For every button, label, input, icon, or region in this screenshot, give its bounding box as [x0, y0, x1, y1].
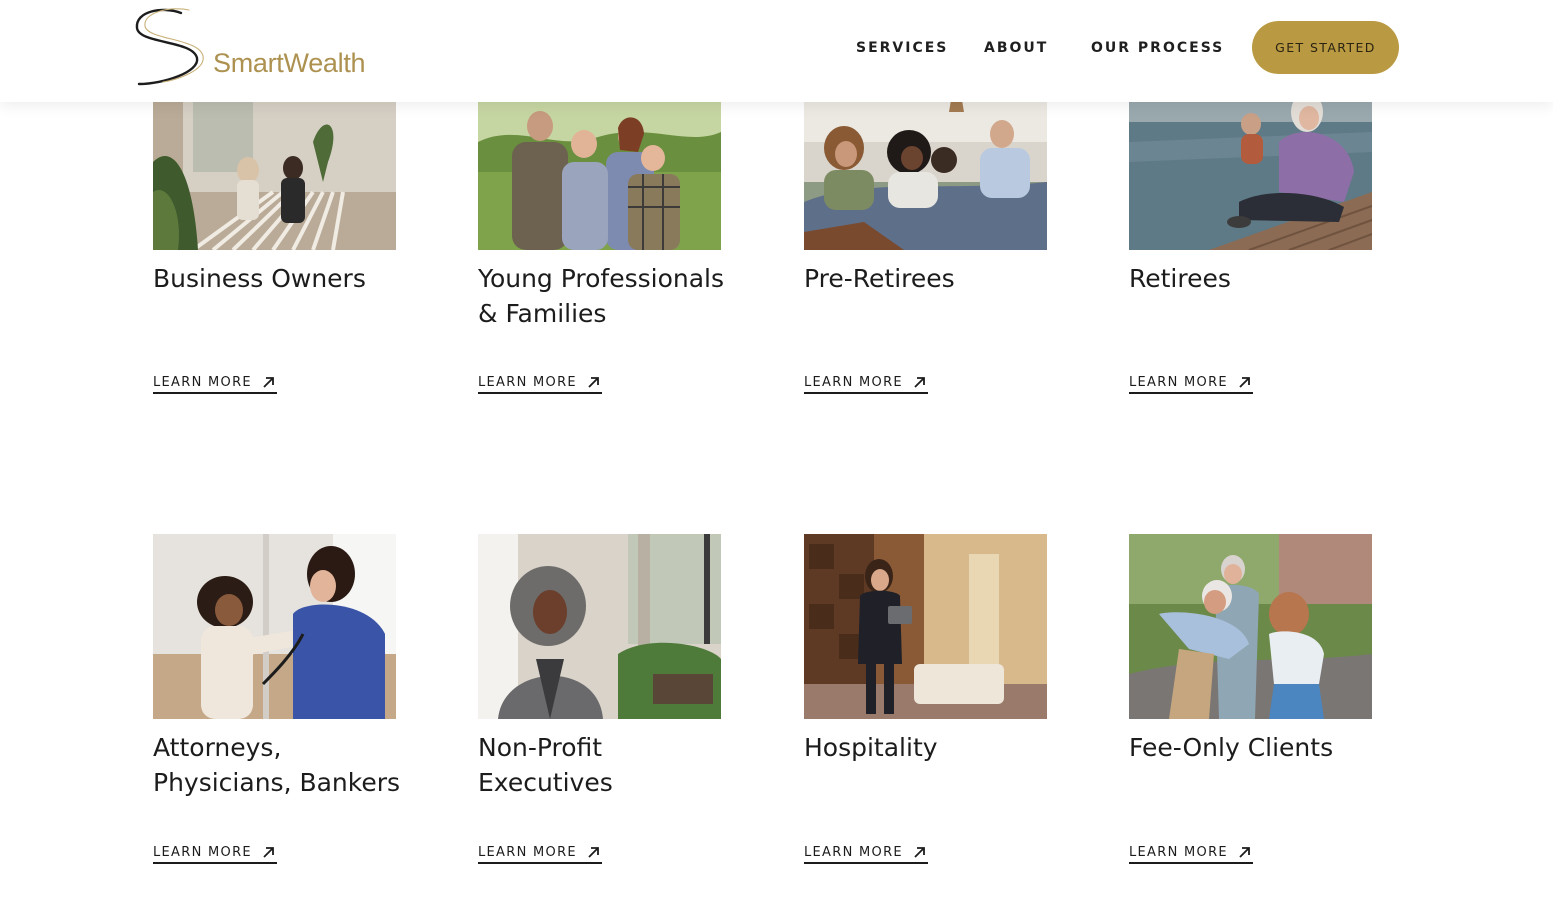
learn-more-link[interactable]: LEARN MORE [804, 374, 928, 394]
card-title: Retirees [1129, 264, 1231, 293]
arrow-up-right-icon [914, 847, 925, 858]
arrow-up-right-icon [1239, 847, 1250, 858]
grandparents-photo[interactable] [1129, 534, 1372, 719]
arrow-up-right-icon [263, 847, 274, 858]
business-owners-photo[interactable] [153, 82, 396, 250]
learn-more-label: LEARN MORE [478, 845, 577, 860]
learn-more-link[interactable]: LEARN MORE [804, 844, 928, 864]
card-title: Young Professionals & Families [478, 264, 725, 328]
learn-more-link[interactable]: LEARN MORE [478, 374, 602, 394]
learn-more-label: LEARN MORE [804, 375, 903, 390]
family-photo[interactable] [478, 82, 721, 250]
card-title: Fee-Only Clients [1129, 733, 1334, 762]
nav-services[interactable]: SERVICES [856, 40, 948, 56]
learn-more-label: LEARN MORE [478, 375, 577, 390]
learn-more-link[interactable]: LEARN MORE [478, 844, 602, 864]
arrow-up-right-icon [914, 377, 925, 388]
arrow-up-right-icon [263, 377, 274, 388]
learn-more-label: LEARN MORE [804, 845, 903, 860]
learn-more-label: LEARN MORE [153, 375, 252, 390]
learn-more-label: LEARN MORE [153, 845, 252, 860]
arrow-up-right-icon [588, 377, 599, 388]
get-started-button[interactable]: GET STARTED [1252, 21, 1399, 74]
arrow-up-right-icon [588, 847, 599, 858]
learn-more-link[interactable]: LEARN MORE [153, 374, 277, 394]
brand-name: SmartWealth [213, 48, 366, 78]
card-title: Non-Profit Executives [478, 733, 613, 797]
nav-about[interactable]: ABOUT [984, 40, 1048, 56]
nav-our-process[interactable]: OUR PROCESS [1091, 40, 1224, 56]
card-title: Business Owners [153, 264, 366, 293]
hospitality-photo[interactable] [804, 534, 1047, 719]
card-title: Hospitality [804, 733, 938, 762]
learn-more-label: LEARN MORE [1129, 375, 1228, 390]
card-title: Pre-Retirees [804, 264, 955, 293]
site-header: SmartWealth SERVICES ABOUT OUR PROCESS G… [0, 0, 1553, 102]
learn-more-link[interactable]: LEARN MORE [1129, 374, 1253, 394]
learn-more-link[interactable]: LEARN MORE [1129, 844, 1253, 864]
arrow-up-right-icon [1239, 377, 1250, 388]
physician-photo[interactable] [153, 534, 396, 719]
executive-photo[interactable] [478, 534, 721, 719]
retirees-photo[interactable] [1129, 82, 1372, 250]
brand-logo[interactable]: SmartWealth [133, 8, 373, 90]
card-title: Attorneys, Physicians, Bankers [153, 733, 401, 797]
learn-more-label: LEARN MORE [1129, 845, 1228, 860]
stylized-s-icon [135, 8, 204, 86]
learn-more-link[interactable]: LEARN MORE [153, 844, 277, 864]
pre-retirees-photo[interactable] [804, 82, 1047, 250]
